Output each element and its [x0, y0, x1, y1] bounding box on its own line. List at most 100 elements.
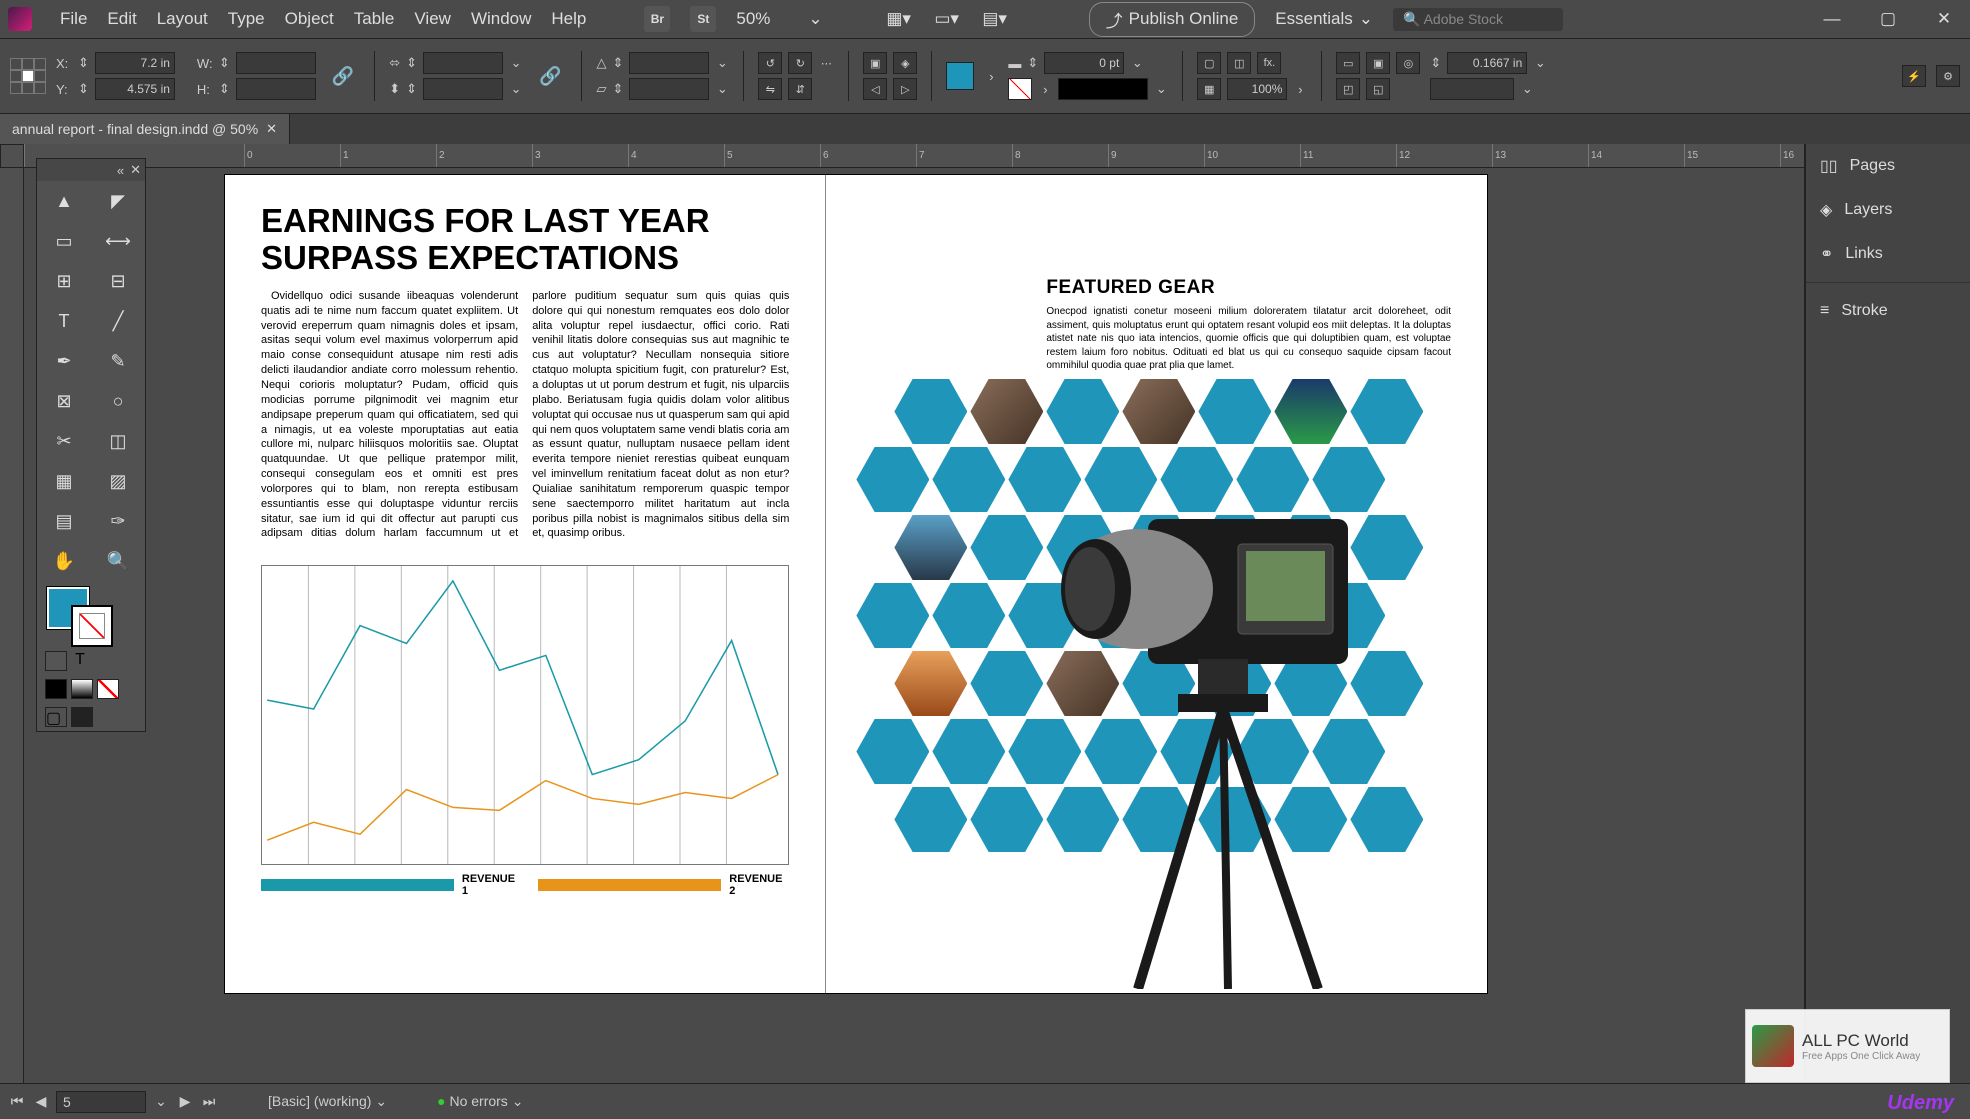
- menu-layout[interactable]: Layout: [157, 9, 208, 29]
- prev-page-button[interactable]: ◀: [32, 1093, 50, 1110]
- menu-table[interactable]: Table: [354, 9, 395, 29]
- menu-window[interactable]: Window: [471, 9, 531, 29]
- select-prev-icon[interactable]: ◁: [863, 78, 887, 100]
- view-mode-normal-icon[interactable]: ▢: [45, 707, 67, 727]
- text-wrap-none-icon[interactable]: ▭: [1336, 52, 1360, 74]
- menu-type[interactable]: Type: [228, 9, 265, 29]
- page-tool[interactable]: ▭: [37, 221, 91, 261]
- menu-object[interactable]: Object: [285, 9, 334, 29]
- h-input[interactable]: [236, 78, 316, 100]
- stroke-style-input[interactable]: [1058, 78, 1148, 100]
- stroke-swatch[interactable]: [1008, 78, 1032, 100]
- view-mode-preview-icon[interactable]: [71, 707, 93, 727]
- stroke-dropdown-icon[interactable]: ›: [1038, 82, 1052, 97]
- gradient-feather-tool[interactable]: ▨: [91, 461, 145, 501]
- text-wrap-shape-icon[interactable]: ◎: [1396, 52, 1420, 74]
- chevron-down-icon[interactable]: ⌄: [1154, 81, 1168, 97]
- first-page-button[interactable]: ⏮: [8, 1093, 26, 1110]
- close-tab-icon[interactable]: ✕: [266, 121, 277, 137]
- reference-point-selector[interactable]: [10, 58, 46, 94]
- stepper-icon[interactable]: ⇕: [1027, 55, 1038, 71]
- select-container-icon[interactable]: ▣: [863, 52, 887, 74]
- ellipse-tool[interactable]: ○: [91, 381, 145, 421]
- preflight-profile[interactable]: [Basic] (working) ⌄: [268, 1093, 387, 1110]
- fill-dropdown-icon[interactable]: ›: [984, 69, 998, 84]
- direct-selection-tool[interactable]: ◤: [91, 181, 145, 221]
- menu-view[interactable]: View: [414, 9, 451, 29]
- close-window-button[interactable]: ✕: [1926, 9, 1962, 29]
- select-content-icon[interactable]: ◈: [893, 52, 917, 74]
- type-tool[interactable]: T: [37, 301, 91, 341]
- pen-tool[interactable]: ✒: [37, 341, 91, 381]
- quick-apply-icon[interactable]: ⚡: [1902, 65, 1926, 87]
- scale-y-input[interactable]: [423, 78, 503, 100]
- pages-panel-tab[interactable]: ▯▯Pages: [1806, 144, 1970, 188]
- rotate-menu-icon[interactable]: ⋯: [818, 52, 834, 74]
- free-transform-tool[interactable]: ◫: [91, 421, 145, 461]
- auto-fit-icon[interactable]: ▢: [1197, 52, 1221, 74]
- flip-h-icon[interactable]: ⇋: [758, 78, 782, 100]
- next-page-button[interactable]: ▶: [176, 1093, 194, 1110]
- chevron-down-icon[interactable]: ⌄: [715, 81, 729, 97]
- scale-x-input[interactable]: [423, 52, 503, 74]
- menu-edit[interactable]: Edit: [107, 9, 136, 29]
- content-placer-tool[interactable]: ⊟: [91, 261, 145, 301]
- vertical-ruler[interactable]: [0, 168, 24, 1083]
- opacity-dropdown-icon[interactable]: ›: [1293, 82, 1307, 97]
- arrange-docs-icon[interactable]: ▤▾: [981, 8, 1009, 30]
- stroke-weight-input[interactable]: 0 pt: [1044, 52, 1124, 74]
- hand-tool[interactable]: ✋: [37, 541, 91, 581]
- scissors-tool[interactable]: ✂: [37, 421, 91, 461]
- stroke-panel-tab[interactable]: ≡Stroke: [1806, 289, 1970, 333]
- links-panel-tab[interactable]: ⚭Links: [1806, 232, 1970, 276]
- layers-panel-tab[interactable]: ◈Layers: [1806, 188, 1970, 232]
- chevron-down-icon[interactable]: ⌄: [1533, 55, 1547, 71]
- stepper-icon[interactable]: ⇕: [78, 81, 89, 97]
- last-page-button[interactable]: ⏭: [200, 1093, 218, 1110]
- workspace-switcher[interactable]: Essentials ⌄: [1275, 9, 1373, 29]
- horizontal-ruler[interactable]: 012345678910111213141516: [24, 144, 1970, 168]
- gap-tool[interactable]: ⟷: [91, 221, 145, 261]
- zoom-tool[interactable]: 🔍: [91, 541, 145, 581]
- screen-mode-icon[interactable]: ▭▾: [933, 8, 961, 30]
- zoom-dropdown[interactable]: 50% ⌄: [736, 9, 822, 29]
- menu-help[interactable]: Help: [551, 9, 586, 29]
- page-dropdown-icon[interactable]: ⌄: [152, 1093, 170, 1110]
- stepper-icon[interactable]: ⇕: [78, 55, 89, 71]
- eyedropper-tool[interactable]: ✑: [91, 501, 145, 541]
- content-collector-tool[interactable]: ⊞: [37, 261, 91, 301]
- flip-v-icon[interactable]: ⇵: [788, 78, 812, 100]
- opacity-input[interactable]: 100%: [1227, 78, 1287, 100]
- fill-swatch[interactable]: [946, 62, 974, 90]
- formatting-text-icon[interactable]: T: [71, 651, 89, 671]
- stepper-icon[interactable]: ⇕: [219, 55, 230, 71]
- adobe-stock-search[interactable]: 🔍 Adobe Stock: [1393, 8, 1563, 31]
- document-spread[interactable]: EARNINGS FOR LAST YEAR SURPASS EXPECTATI…: [224, 174, 1488, 994]
- stepper-icon[interactable]: ⇕: [219, 81, 230, 97]
- chevron-down-icon[interactable]: ⌄: [1520, 81, 1534, 97]
- chevron-down-icon[interactable]: ⌄: [1130, 55, 1144, 71]
- note-tool[interactable]: ▤: [37, 501, 91, 541]
- line-tool[interactable]: ╱: [91, 301, 145, 341]
- page-number-input[interactable]: 5: [56, 1091, 146, 1113]
- gradient-swatch-tool[interactable]: ▦: [37, 461, 91, 501]
- stepper-icon[interactable]: ⇕: [1430, 55, 1441, 71]
- pencil-tool[interactable]: ✎: [91, 341, 145, 381]
- frame-fitting-icon[interactable]: ◫: [1227, 52, 1251, 74]
- preflight-status[interactable]: ● No errors ⌄: [437, 1093, 523, 1110]
- menu-file[interactable]: File: [60, 9, 87, 29]
- collapse-panel-icon[interactable]: «: [117, 163, 124, 178]
- apply-none-icon[interactable]: [97, 679, 119, 699]
- w-input[interactable]: [236, 52, 316, 74]
- corner-radius-input[interactable]: [1430, 78, 1514, 100]
- apply-color-icon[interactable]: [45, 679, 67, 699]
- stepper-icon[interactable]: ⇕: [406, 81, 417, 97]
- chevron-down-icon[interactable]: ⌄: [509, 81, 523, 97]
- chevron-down-icon[interactable]: ⌄: [715, 55, 729, 71]
- shear-input[interactable]: [629, 78, 709, 100]
- leading-input[interactable]: 0.1667 in: [1447, 52, 1527, 74]
- y-input[interactable]: 4.575 in: [95, 78, 175, 100]
- rectangle-frame-tool[interactable]: ⊠: [37, 381, 91, 421]
- drop-shadow-icon[interactable]: ◱: [1366, 78, 1390, 100]
- corner-options-icon[interactable]: ◰: [1336, 78, 1360, 100]
